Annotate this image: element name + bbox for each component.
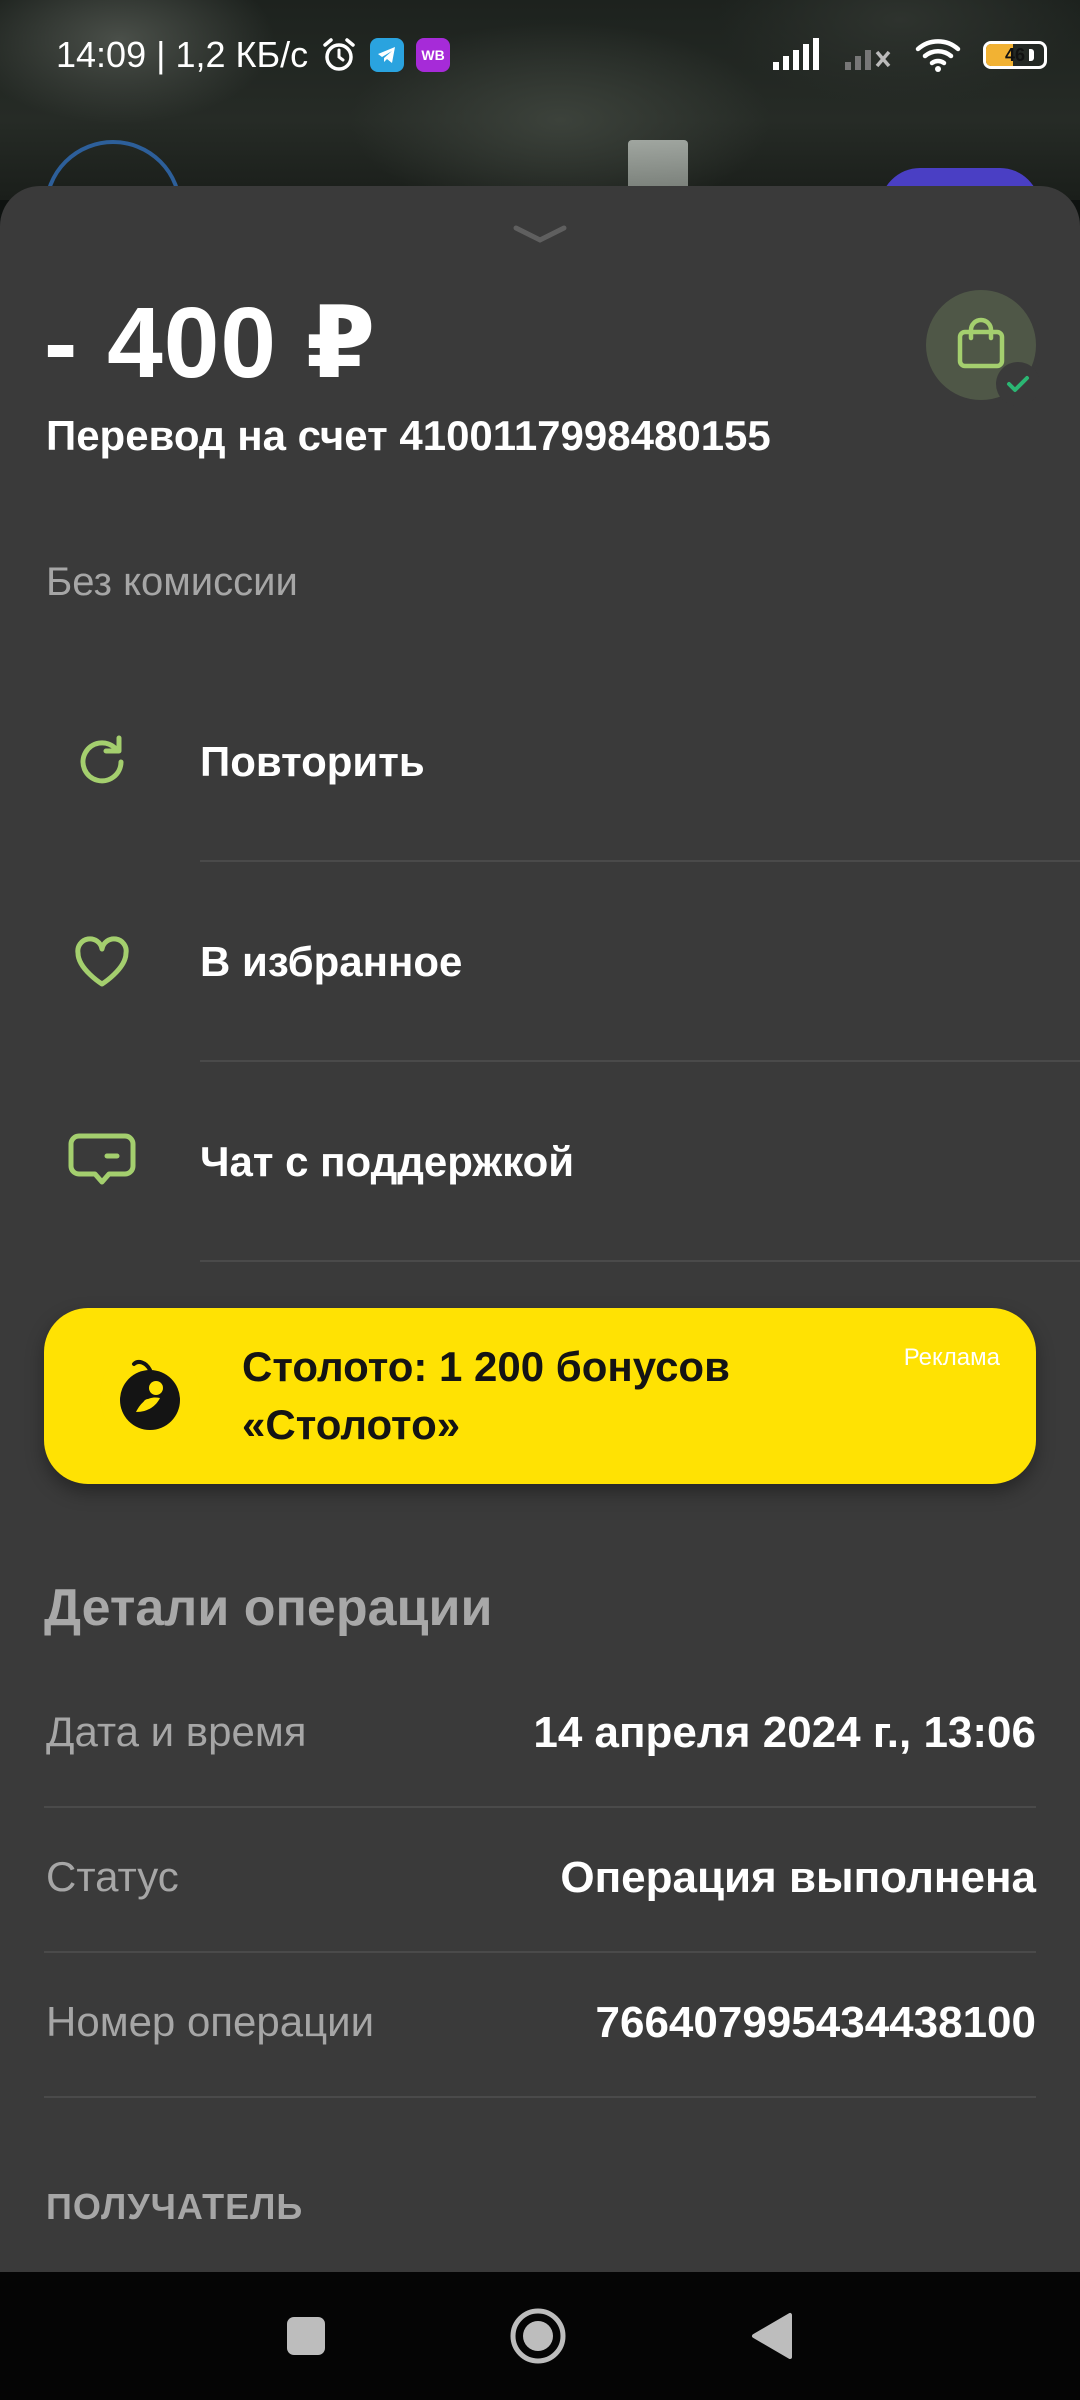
action-repeat[interactable]: Повторить [0,662,1080,862]
action-repeat-label: Повторить [200,738,425,785]
action-favorite-label: В избранное [200,938,463,985]
system-navigation-bar [0,2272,1080,2400]
chat-icon [66,1126,138,1198]
sheet-handle-chevron-down-icon[interactable] [512,222,568,246]
battery-level: 46 [1004,44,1026,65]
divider [200,1260,1080,1262]
detail-value: 14 апреля 2024 г., 13:06 [533,1708,1036,1757]
wildberries-icon: WB [416,38,451,72]
action-favorite[interactable]: В избранное [0,862,1080,1062]
detail-value[interactable]: 766407995434438100 [596,1998,1036,2048]
action-support-chat-label: Чат с поддержкой [200,1138,575,1185]
ad-text: Столото: 1 200 бонусов «Столото» [242,1343,730,1448]
commission-text: Без комиссии [46,560,298,604]
action-support-chat[interactable]: Чат с поддержкой [0,1062,1080,1262]
repeat-icon [66,726,138,798]
transaction-description: Перевод на счет 4100117998480155 [46,412,771,459]
detail-row-status: Статус Операция выполнена [44,1809,1036,1953]
transaction-amount: - 400 ₽ [44,287,377,399]
back-icon[interactable] [742,2306,802,2366]
stoloto-logo [100,1346,200,1446]
recipient-heading: ПОЛУЧАТЕЛЬ [46,2186,304,2227]
home-icon[interactable] [508,2306,568,2366]
detail-row-operation-number[interactable]: Номер операции 766407995434438100 [44,1954,1036,2098]
wifi-icon [915,37,961,73]
divider [44,2096,1036,2098]
detail-label: Дата и время [46,1708,307,1755]
success-check-icon [996,362,1040,406]
status-bar: 14:09 | 1,2 КБ/с WB 46 [0,0,1080,110]
divider [44,1806,1036,1808]
ad-banner[interactable]: Столото: 1 200 бонусов «Столото» Реклама [44,1308,1036,1484]
alarm-icon [320,36,358,74]
status-bar-right: 46 [771,37,1047,73]
details-heading: Детали операции [44,1579,493,1637]
status-bar-left: 14:09 | 1,2 КБ/с WB [56,34,451,76]
divider [44,1951,1036,1953]
detail-value: Операция выполнена [560,1853,1036,1902]
detail-row-datetime: Дата и время 14 апреля 2024 г., 13:06 [44,1664,1036,1808]
shopping-bag-icon [952,314,1010,377]
battery-icon: 46 [983,41,1047,69]
ad-label: Реклама [903,1344,1000,1371]
detail-label: Номер операции [46,1998,375,2045]
recent-apps-icon[interactable] [276,2306,336,2366]
telegram-icon [370,38,405,72]
battery-body: 46 [983,41,1047,69]
heart-icon [66,926,138,998]
signal-icon [771,38,821,72]
detail-label: Статус [46,1853,179,1900]
status-time-speed: 14:09 | 1,2 КБ/с [56,34,309,75]
signal-no-service-icon [843,38,893,72]
wb-label: WB [421,47,445,63]
